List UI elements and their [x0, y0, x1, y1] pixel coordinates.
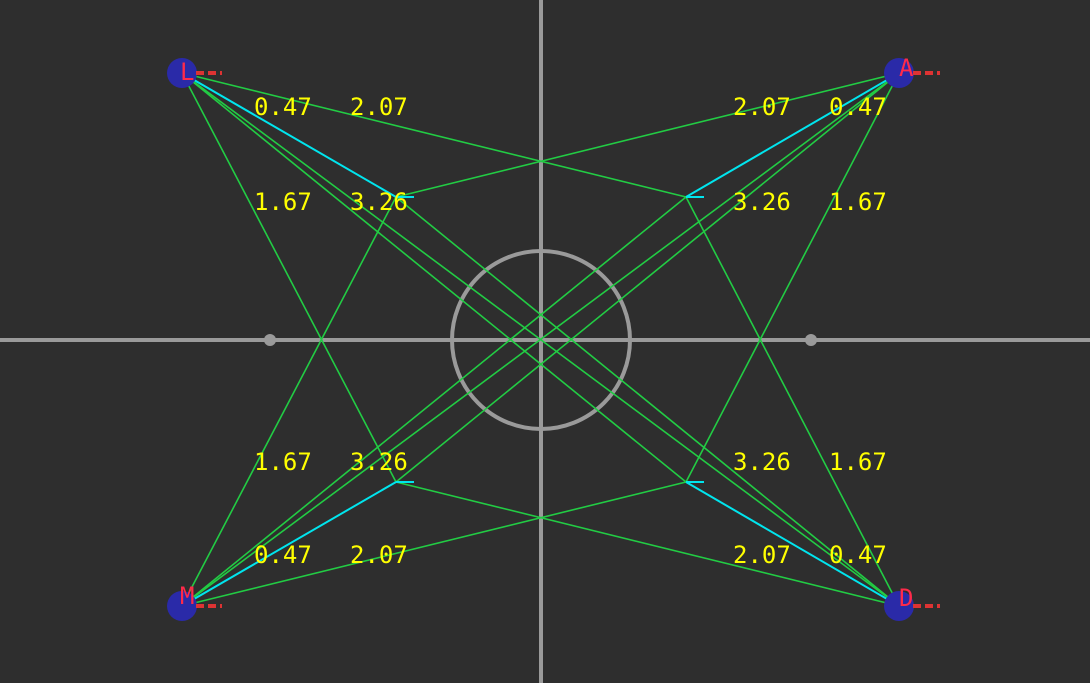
node-letter: D — [899, 584, 913, 612]
value-label: 3.26 — [350, 448, 408, 476]
value-label: 3.26 — [733, 448, 791, 476]
value-label: 1.67 — [829, 188, 887, 216]
node-letter: L — [180, 58, 194, 86]
value-labels: 0.47 2.07 1.67 3.26 2.07 0.47 3.26 1.67 … — [254, 93, 887, 569]
axis-dot-left — [264, 334, 276, 346]
value-label: 3.26 — [733, 188, 791, 216]
node-letter: M — [180, 582, 194, 610]
value-label: 2.07 — [350, 93, 408, 121]
axes — [0, 0, 1090, 683]
value-label: 2.07 — [350, 541, 408, 569]
diagram-canvas: L A M D 0.47 2.07 1.67 3.26 2.07 0.47 3.… — [0, 0, 1090, 683]
node-bottom-right[interactable]: D — [884, 584, 940, 621]
node-top-right[interactable]: A — [884, 54, 940, 88]
value-label: 1.67 — [254, 448, 312, 476]
value-label: 0.47 — [829, 541, 887, 569]
value-label: 2.07 — [733, 541, 791, 569]
value-label: 1.67 — [254, 188, 312, 216]
value-label: 1.67 — [829, 448, 887, 476]
value-label: 0.47 — [829, 93, 887, 121]
axis-dot-right — [805, 334, 817, 346]
node-letter: A — [899, 54, 914, 82]
value-label: 0.47 — [254, 541, 312, 569]
value-label: 2.07 — [733, 93, 791, 121]
value-label: 3.26 — [350, 188, 408, 216]
value-label: 0.47 — [254, 93, 312, 121]
